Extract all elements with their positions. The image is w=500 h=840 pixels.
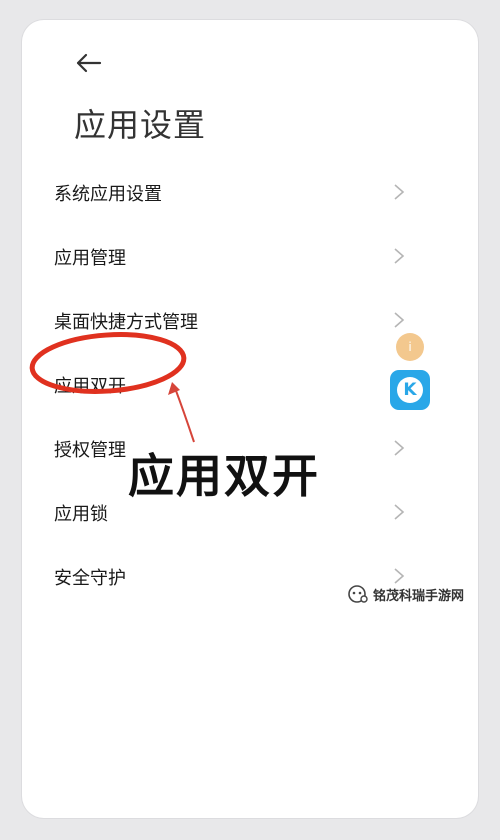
menu-item-label: 安全守护 — [54, 568, 126, 589]
chevron-right-icon — [394, 312, 405, 328]
floating-app-k-glyph: K — [397, 377, 423, 403]
floating-app-k-icon[interactable]: K — [390, 370, 430, 410]
chevron-right-icon — [394, 184, 405, 200]
floating-badge-glyph: i — [408, 340, 412, 354]
menu-item-label: 应用锁 — [54, 504, 108, 525]
page-title: 应用设置 — [74, 106, 207, 144]
arrow-left-icon[interactable] — [74, 52, 102, 74]
watermark-logo-icon — [348, 585, 368, 603]
chevron-right-icon — [394, 440, 405, 456]
chevron-right-icon — [394, 568, 405, 584]
menu-item-label: 应用管理 — [54, 248, 126, 269]
menu-item-system-app-settings[interactable]: 系统应用设置 — [22, 160, 478, 224]
menu-item-label: 授权管理 — [54, 440, 126, 461]
watermark-text: 铭茂科瑞手游网 — [373, 589, 465, 604]
chevron-right-icon — [394, 504, 405, 520]
phone-screen: 应用设置 系统应用设置 应用管理 桌面快捷方式管理 应用双开 授权管理 应用锁 … — [22, 20, 478, 818]
menu-item-label: 系统应用设置 — [54, 184, 162, 205]
menu-item-app-management[interactable]: 应用管理 — [22, 224, 478, 288]
floating-ball-badge[interactable]: i — [396, 333, 424, 361]
menu-item-label: 桌面快捷方式管理 — [54, 312, 198, 333]
menu-item-label: 应用双开 — [54, 376, 126, 397]
chevron-right-icon — [394, 248, 405, 264]
annotation-callout: 应用双开 — [128, 449, 320, 503]
